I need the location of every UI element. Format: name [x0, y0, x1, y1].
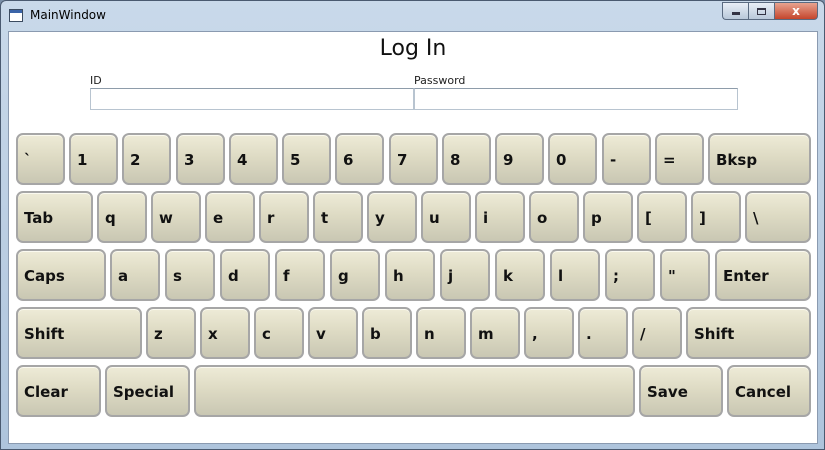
window-app-icon: [9, 9, 23, 22]
title-bar[interactable]: MainWindow x: [1, 1, 824, 31]
key-minus[interactable]: -: [602, 133, 651, 185]
key-m[interactable]: m: [470, 307, 520, 359]
maximize-icon: [757, 7, 766, 15]
key-enter[interactable]: Enter: [715, 249, 811, 301]
id-input[interactable]: [90, 88, 414, 110]
key-8[interactable]: 8: [442, 133, 491, 185]
key-i[interactable]: i: [475, 191, 525, 243]
key-d[interactable]: d: [220, 249, 270, 301]
key-9[interactable]: 9: [495, 133, 544, 185]
key-quote[interactable]: ": [660, 249, 710, 301]
key-y[interactable]: y: [367, 191, 417, 243]
id-label: ID: [90, 74, 102, 87]
clear-button[interactable]: Clear: [16, 365, 101, 417]
close-icon: x: [792, 4, 800, 18]
window-title: MainWindow: [30, 8, 106, 22]
key-x[interactable]: x: [200, 307, 250, 359]
key-semicolon[interactable]: ;: [605, 249, 655, 301]
key-left-bracket[interactable]: [: [637, 191, 687, 243]
close-button[interactable]: x: [774, 2, 818, 20]
minimize-icon: [731, 12, 740, 15]
minimize-button[interactable]: [722, 2, 748, 20]
key-j[interactable]: j: [440, 249, 490, 301]
key-z[interactable]: z: [146, 307, 196, 359]
key-v[interactable]: v: [308, 307, 358, 359]
key-0[interactable]: 0: [548, 133, 597, 185]
key-7[interactable]: 7: [389, 133, 438, 185]
password-label: Password: [414, 74, 466, 87]
password-input[interactable]: [414, 88, 738, 110]
key-1[interactable]: 1: [69, 133, 118, 185]
page-title: Log In: [379, 36, 447, 61]
key-r[interactable]: r: [259, 191, 309, 243]
key-c[interactable]: c: [254, 307, 304, 359]
key-4[interactable]: 4: [229, 133, 278, 185]
key-u[interactable]: u: [421, 191, 471, 243]
key-comma[interactable]: ,: [524, 307, 574, 359]
special-button[interactable]: Special: [105, 365, 190, 417]
key-o[interactable]: o: [529, 191, 579, 243]
key-3[interactable]: 3: [176, 133, 225, 185]
key-f[interactable]: f: [275, 249, 325, 301]
key-backspace[interactable]: Bksp: [708, 133, 811, 185]
key-2[interactable]: 2: [122, 133, 171, 185]
key-t[interactable]: t: [313, 191, 363, 243]
key-w[interactable]: w: [151, 191, 201, 243]
key-right-bracket[interactable]: ]: [691, 191, 741, 243]
key-backslash[interactable]: \: [745, 191, 811, 243]
key-6[interactable]: 6: [335, 133, 384, 185]
key-e[interactable]: e: [205, 191, 255, 243]
key-5[interactable]: 5: [282, 133, 331, 185]
key-caps[interactable]: Caps: [16, 249, 106, 301]
client-area: Log In ID Password ` 1 2 3 4 5 6 7 8 9 0…: [8, 31, 818, 444]
key-shift-left[interactable]: Shift: [16, 307, 142, 359]
key-q[interactable]: q: [97, 191, 147, 243]
key-g[interactable]: g: [330, 249, 380, 301]
key-tab[interactable]: Tab: [16, 191, 93, 243]
save-button[interactable]: Save: [639, 365, 723, 417]
key-b[interactable]: b: [362, 307, 412, 359]
key-a[interactable]: a: [110, 249, 160, 301]
maximize-button[interactable]: [748, 2, 774, 20]
key-s[interactable]: s: [165, 249, 215, 301]
main-window: MainWindow x Log In ID Password ` 1 2 3 …: [0, 0, 825, 450]
key-shift-right[interactable]: Shift: [686, 307, 811, 359]
key-h[interactable]: h: [385, 249, 435, 301]
key-space[interactable]: [194, 365, 635, 417]
key-n[interactable]: n: [416, 307, 466, 359]
window-controls: x: [722, 2, 818, 20]
key-p[interactable]: p: [583, 191, 633, 243]
key-period[interactable]: .: [578, 307, 628, 359]
key-l[interactable]: l: [550, 249, 600, 301]
key-k[interactable]: k: [495, 249, 545, 301]
key-equals[interactable]: =: [655, 133, 704, 185]
cancel-button[interactable]: Cancel: [727, 365, 811, 417]
key-slash[interactable]: /: [632, 307, 682, 359]
key-backtick[interactable]: `: [16, 133, 65, 185]
